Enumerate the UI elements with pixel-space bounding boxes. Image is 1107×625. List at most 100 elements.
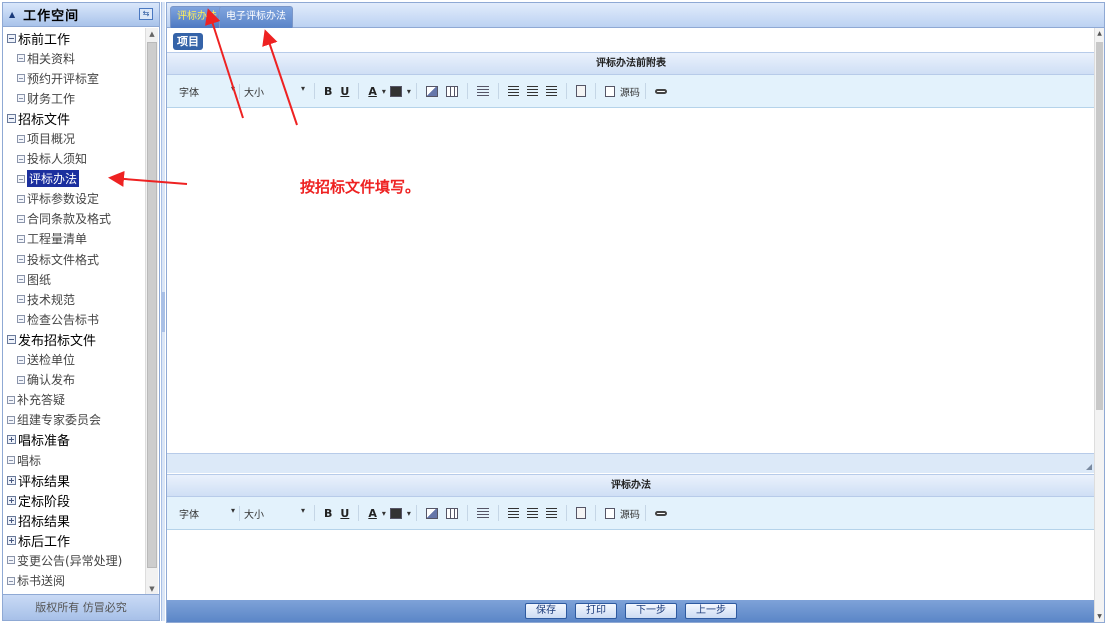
- sidebar-item[interactable]: 发布招标文件: [3, 329, 146, 349]
- sidebar-scrollbar[interactable]: ▲ ▼: [145, 28, 158, 596]
- sidebar-item[interactable]: 图纸: [3, 269, 146, 289]
- align-right-icon[interactable]: [545, 507, 557, 519]
- sidebar-item[interactable]: 项目概况: [3, 128, 146, 148]
- font-color-button[interactable]: A: [364, 85, 381, 98]
- font-select[interactable]: 字体 ▾: [179, 84, 239, 99]
- document-icon: [17, 174, 25, 183]
- paste-icon[interactable]: [575, 507, 586, 519]
- image-icon[interactable]: [425, 85, 438, 97]
- document-icon: [7, 456, 15, 465]
- scroll-down-icon[interactable]: ▼: [1095, 611, 1104, 622]
- chevron-down-icon[interactable]: ▾: [407, 87, 411, 96]
- chevron-down-icon[interactable]: ▾: [382, 87, 386, 96]
- sidebar-item[interactable]: 合同条款及格式: [3, 209, 146, 229]
- sidebar-item[interactable]: 评标参数设定: [3, 189, 146, 209]
- collapse-icon[interactable]: [7, 334, 16, 344]
- align-left-icon[interactable]: [507, 507, 519, 519]
- tab-electronic-evaluation-method[interactable]: 电子评标办法: [219, 6, 293, 28]
- sidebar-item[interactable]: 评标办法: [3, 169, 146, 189]
- align-center-icon[interactable]: [526, 507, 538, 519]
- ordered-list-icon[interactable]: [476, 507, 489, 519]
- collapse-arrow-icon[interactable]: ▲: [9, 10, 15, 19]
- source-code-label[interactable]: 源码: [620, 84, 640, 99]
- sidebar-item[interactable]: 招标文件: [3, 108, 146, 128]
- font-select[interactable]: 字体 ▾: [179, 506, 239, 521]
- scroll-up-icon[interactable]: ▲: [146, 28, 158, 41]
- sidebar-item-label: 检查公告标书: [27, 312, 100, 327]
- link-icon[interactable]: [654, 88, 667, 94]
- highlight-color-icon[interactable]: [389, 85, 402, 97]
- align-center-icon[interactable]: [526, 85, 538, 97]
- expand-icon[interactable]: [7, 535, 16, 545]
- sidebar-item[interactable]: 变更公告(异常处理): [3, 550, 146, 570]
- align-left-icon[interactable]: [507, 85, 519, 97]
- sidebar-item[interactable]: 确认发布: [3, 370, 146, 390]
- table-icon[interactable]: [445, 85, 458, 97]
- sidebar-item[interactable]: 组建专家委员会: [3, 410, 146, 430]
- collapse-icon[interactable]: [7, 113, 16, 123]
- print-button[interactable]: 打印: [575, 603, 617, 619]
- expand-icon[interactable]: [7, 495, 16, 505]
- expand-icon[interactable]: [7, 435, 16, 445]
- sidebar-item[interactable]: 补充答疑: [3, 390, 146, 410]
- sidebar-item[interactable]: 检查公告标书: [3, 309, 146, 329]
- sidebar-item-label: 相关资料: [27, 51, 76, 66]
- toolbar-divider: [644, 83, 646, 99]
- sidebar-item[interactable]: 唱标准备: [3, 430, 146, 450]
- expand-icon[interactable]: [7, 515, 16, 525]
- size-select[interactable]: 大小 ▾: [239, 83, 309, 99]
- sidebar-item[interactable]: 相关资料: [3, 48, 146, 68]
- sidebar-item[interactable]: 财务工作: [3, 88, 146, 108]
- bold-button[interactable]: B: [320, 85, 336, 98]
- sidebar-item[interactable]: 工程量清单: [3, 229, 146, 249]
- prev-step-button[interactable]: 上一步: [685, 603, 737, 619]
- sidebar-item[interactable]: 招标结果: [3, 510, 146, 530]
- scroll-thumb[interactable]: [147, 42, 157, 568]
- next-step-button[interactable]: 下一步: [625, 603, 677, 619]
- highlight-color-icon[interactable]: [389, 507, 402, 519]
- sidebar-item[interactable]: 唱标: [3, 450, 146, 470]
- scroll-thumb[interactable]: [1096, 42, 1103, 410]
- toolbar-divider: [644, 505, 646, 521]
- panel-splitter[interactable]: [161, 2, 165, 621]
- align-right-icon[interactable]: [545, 85, 557, 97]
- editor1-body[interactable]: [167, 108, 1095, 453]
- project-badge[interactable]: 项目: [173, 33, 203, 50]
- bold-button[interactable]: B: [320, 507, 336, 520]
- tab-evaluation-method[interactable]: 评标办法: [170, 6, 224, 28]
- sidebar-item[interactable]: 标前工作: [3, 28, 146, 48]
- ordered-list-icon[interactable]: [476, 85, 489, 97]
- splitter-grip[interactable]: [162, 292, 165, 332]
- chevron-down-icon[interactable]: ▾: [382, 509, 386, 518]
- collapse-icon[interactable]: [7, 33, 16, 43]
- size-select[interactable]: 大小 ▾: [239, 505, 309, 521]
- chevron-down-icon[interactable]: ▾: [407, 509, 411, 518]
- scroll-up-icon[interactable]: ▲: [1095, 28, 1104, 40]
- sidebar-item[interactable]: 投标人须知: [3, 149, 146, 169]
- sidebar-item[interactable]: 技术规范: [3, 289, 146, 309]
- sidebar-item[interactable]: 评标结果: [3, 470, 146, 490]
- sidebar-item[interactable]: 定标阶段: [3, 490, 146, 510]
- sidebar-item[interactable]: 标后工作: [3, 530, 146, 550]
- source-code-icon[interactable]: [604, 85, 615, 97]
- table-icon[interactable]: [445, 507, 458, 519]
- font-color-button[interactable]: A: [364, 507, 381, 520]
- link-icon[interactable]: [654, 510, 667, 516]
- editor2-body[interactable]: [167, 530, 1095, 601]
- paste-icon[interactable]: [575, 85, 586, 97]
- main-scrollbar[interactable]: ▲ ▼: [1094, 28, 1104, 622]
- sidebar-item-label: 项目概况: [27, 132, 76, 147]
- expand-icon[interactable]: [7, 475, 16, 485]
- source-code-icon[interactable]: [604, 507, 615, 519]
- sidebar-item[interactable]: 预约开评标室: [3, 68, 146, 88]
- save-button[interactable]: 保存: [525, 603, 567, 619]
- underline-button[interactable]: U: [336, 507, 353, 520]
- pin-icon[interactable]: ⇆: [139, 8, 153, 20]
- resize-handle-icon[interactable]: [1086, 464, 1092, 470]
- underline-button[interactable]: U: [336, 85, 353, 98]
- sidebar-item[interactable]: 投标文件格式: [3, 249, 146, 269]
- image-icon[interactable]: [425, 507, 438, 519]
- sidebar-item[interactable]: 标书送阅: [3, 571, 146, 591]
- sidebar-item[interactable]: 送检单位: [3, 350, 146, 370]
- source-code-label[interactable]: 源码: [620, 506, 640, 521]
